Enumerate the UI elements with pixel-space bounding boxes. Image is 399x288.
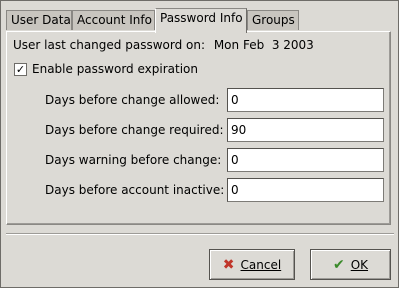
tab-user-data[interactable]: User Data xyxy=(6,10,72,30)
tab-label: User Data xyxy=(11,13,71,27)
separator xyxy=(6,233,394,235)
enable-expiration-checkbox[interactable]: ✓ xyxy=(14,63,27,76)
tab-groups[interactable]: Groups xyxy=(247,10,299,30)
last-changed-value: Mon Feb 3 2003 xyxy=(213,38,314,52)
tab-label: Password Info xyxy=(160,11,243,25)
days-warning-before-change-input[interactable] xyxy=(227,148,384,172)
dialog-window: User Data Account Info Password Info Gro… xyxy=(0,0,399,288)
days-before-account-inactive-input[interactable] xyxy=(227,178,384,202)
ok-button-label: OK xyxy=(350,257,369,272)
tab-label: Account Info xyxy=(77,13,152,27)
checkmark-icon: ✔ xyxy=(332,256,345,273)
ok-button[interactable]: ✔ OK xyxy=(310,249,391,280)
days-before-account-inactive-label: Days before account inactive: xyxy=(45,183,225,197)
cancel-button-label: Cancel xyxy=(240,257,282,272)
days-before-change-allowed-input[interactable] xyxy=(227,88,384,112)
days-before-change-required-input[interactable] xyxy=(227,118,384,142)
days-warning-before-change-label: Days warning before change: xyxy=(45,153,222,167)
checkmark-icon: ✓ xyxy=(15,63,26,76)
tab-password-info[interactable]: Password Info xyxy=(155,8,247,33)
enable-expiration-label: Enable password expiration xyxy=(32,62,198,76)
last-changed-row: User last changed password on: Mon Feb 3… xyxy=(13,38,314,52)
cancel-x-icon: ✖ xyxy=(222,256,235,273)
tab-account-info[interactable]: Account Info xyxy=(72,10,155,30)
tab-label: Groups xyxy=(252,13,295,27)
days-before-change-allowed-label: Days before change allowed: xyxy=(45,93,220,107)
days-before-change-required-label: Days before change required: xyxy=(45,123,224,137)
cancel-button[interactable]: ✖ Cancel xyxy=(209,249,295,280)
last-changed-label: User last changed password on: xyxy=(13,38,205,52)
